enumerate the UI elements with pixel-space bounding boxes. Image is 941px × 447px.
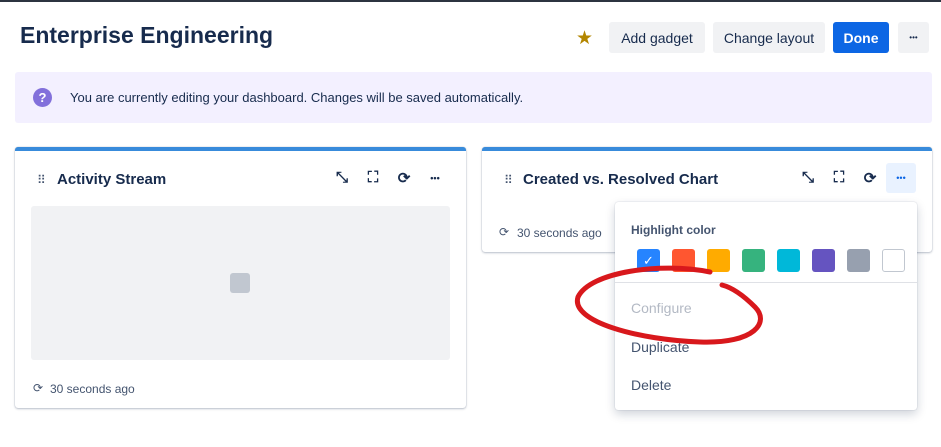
refresh-small-icon: ⟳ <box>33 381 44 395</box>
change-layout-button[interactable]: Change layout <box>713 22 825 53</box>
more-actions-button[interactable]: ••• <box>898 22 929 53</box>
banner-text: You are currently editing your dashboard… <box>70 90 524 105</box>
drag-handle-icon[interactable]: ⠿ <box>37 173 46 187</box>
fullscreen-icon[interactable]: ⛶ <box>827 169 851 186</box>
refresh-icon[interactable]: ⟳ <box>392 169 416 187</box>
star-icon[interactable]: ★ <box>576 27 593 50</box>
more-icon[interactable]: ••• <box>886 163 916 193</box>
menu-item-configure[interactable]: Configure <box>631 300 692 316</box>
gadget-title: Created vs. Resolved Chart <box>523 171 719 188</box>
menu-item-delete[interactable]: Delete <box>631 377 671 393</box>
add-gadget-button[interactable]: Add gadget <box>609 22 705 53</box>
color-swatch[interactable] <box>777 249 800 272</box>
color-swatch[interactable] <box>742 249 765 272</box>
fullscreen-icon[interactable]: ⛶ <box>361 169 385 186</box>
color-swatch[interactable] <box>882 249 905 272</box>
last-updated: 30 seconds ago <box>50 382 135 396</box>
minimize-icon[interactable]: ⤡ <box>330 169 354 186</box>
highlight-color-label: Highlight color <box>631 223 716 237</box>
more-icon[interactable]: ••• <box>423 173 447 183</box>
color-swatch[interactable]: ✓ <box>637 249 660 272</box>
minimize-icon[interactable]: ⤡ <box>796 169 820 186</box>
gadget-activity-stream: ⠿ Activity Stream ⤡ ⛶ ⟳ ••• ⟳ 30 seconds… <box>15 147 466 408</box>
chart-icon <box>230 273 250 293</box>
gadget-title: Activity Stream <box>57 171 167 188</box>
refresh-icon[interactable]: ⟳ <box>858 169 882 187</box>
color-swatch[interactable] <box>847 249 870 272</box>
last-updated: 30 seconds ago <box>517 226 602 240</box>
menu-item-duplicate[interactable]: Duplicate <box>631 339 689 355</box>
gadget-placeholder <box>31 206 450 360</box>
drag-handle-icon[interactable]: ⠿ <box>504 173 513 187</box>
edit-banner: ? You are currently editing your dashboa… <box>15 72 932 123</box>
page-title: Enterprise Engineering <box>20 22 274 48</box>
done-button[interactable]: Done <box>833 22 889 53</box>
gadget-menu: Highlight color ✓ Configure Duplicate De… <box>615 202 917 410</box>
question-icon: ? <box>33 88 52 107</box>
refresh-small-icon: ⟳ <box>499 225 510 239</box>
color-swatch[interactable] <box>812 249 835 272</box>
divider <box>615 282 917 283</box>
color-swatch[interactable] <box>672 249 695 272</box>
color-swatch[interactable] <box>707 249 730 272</box>
